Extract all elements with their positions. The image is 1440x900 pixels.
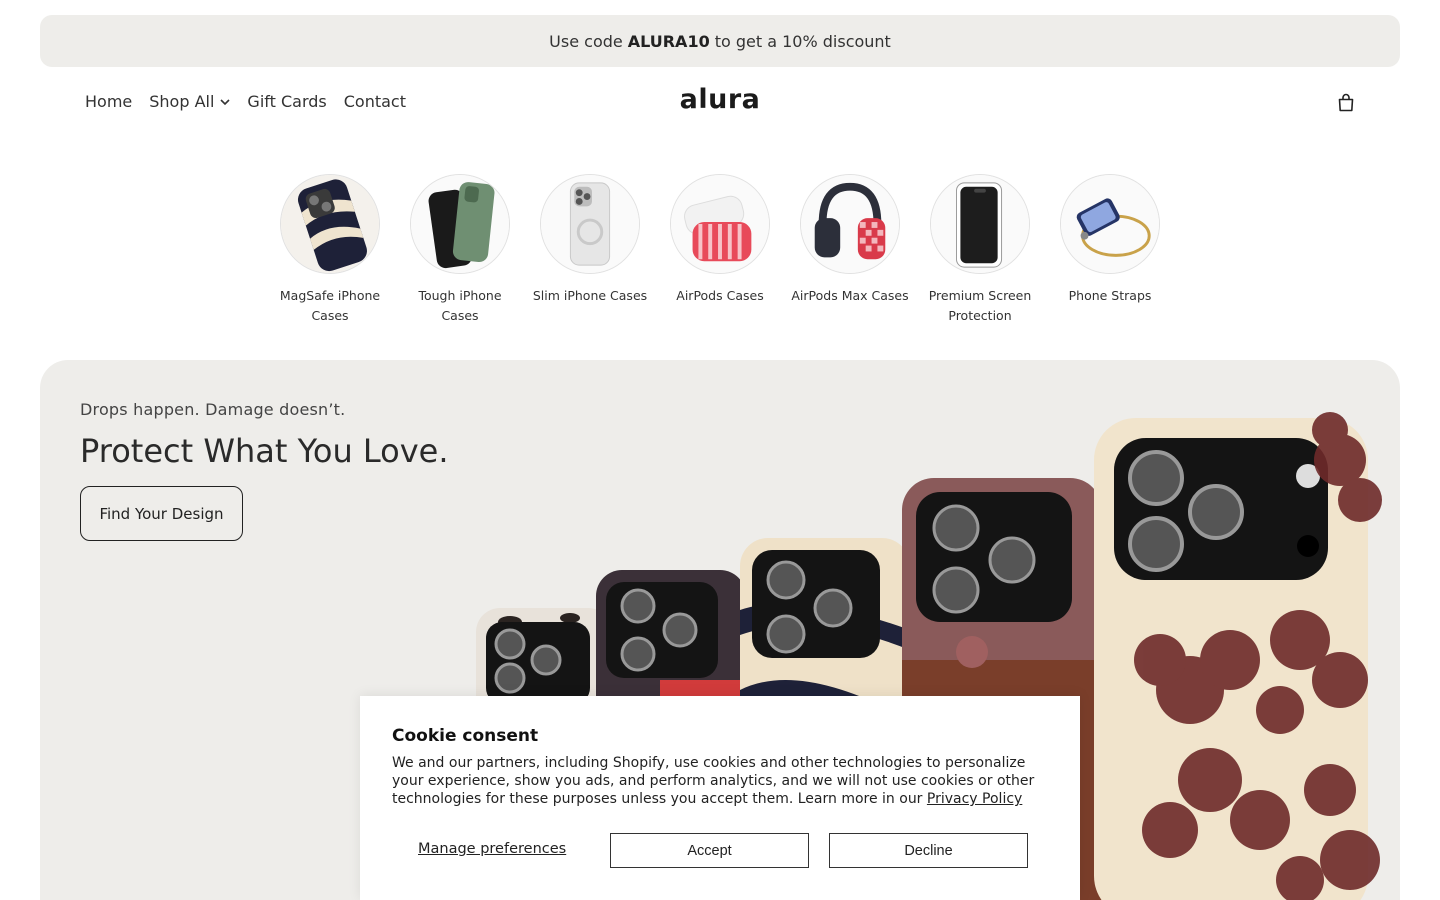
slim-case-image: [541, 175, 639, 273]
category-label: Slim iPhone Cases: [532, 288, 648, 303]
privacy-policy-link[interactable]: Privacy Policy: [927, 791, 1022, 807]
category-label: MagSafe iPhone Cases: [279, 288, 381, 323]
accept-button[interactable]: Accept: [610, 833, 809, 868]
airpods-case-image: [671, 175, 769, 273]
discount-code: ALURA10: [627, 31, 710, 51]
hero-title: Protect What You Love.: [80, 432, 449, 470]
manage-preferences-link[interactable]: Manage preferences: [418, 841, 566, 857]
category-thumbnail: [540, 174, 640, 274]
category-airpods-max-cases[interactable]: AirPods Max Cases: [790, 174, 910, 326]
logo-text: alura: [679, 84, 761, 115]
announcement-bar: Use code ALURA10 to get a 10% discount: [40, 15, 1400, 67]
category-thumbnail: [930, 174, 1030, 274]
category-label: Tough iPhone Cases: [418, 288, 502, 323]
airpods-max-case-image: [801, 175, 899, 273]
decline-button[interactable]: Decline: [829, 833, 1028, 868]
screen-protector-image: [931, 175, 1029, 273]
category-phone-straps[interactable]: Phone Straps: [1050, 174, 1170, 326]
site-logo[interactable]: alura: [0, 84, 1440, 115]
category-slim-cases[interactable]: Slim iPhone Cases: [530, 174, 650, 326]
category-thumbnail: [410, 174, 510, 274]
category-screen-protection[interactable]: Premium Screen Protection: [920, 174, 1040, 326]
hero-subtitle: Drops happen. Damage doesn’t.: [80, 400, 346, 419]
category-thumbnail: [280, 174, 380, 274]
category-thumbnail: [800, 174, 900, 274]
phone-strap-image: [1061, 175, 1159, 273]
cookie-title: Cookie consent: [392, 726, 539, 746]
cart-icon[interactable]: [1336, 93, 1356, 113]
category-tough-cases[interactable]: Tough iPhone Cases: [400, 174, 520, 326]
category-list: MagSafe iPhone Cases Tough iPhone Cases …: [270, 174, 1170, 326]
cookie-consent-dialog: Cookie consent We and our partners, incl…: [360, 696, 1080, 900]
category-thumbnail: [1060, 174, 1160, 274]
cookie-body: We and our partners, including Shopify, …: [392, 754, 1048, 808]
category-magsafe-cases[interactable]: MagSafe iPhone Cases: [270, 174, 390, 326]
phone-case-hibiscus: [1094, 412, 1382, 900]
tough-case-image: [411, 175, 509, 273]
announcement-prefix: Use code: [549, 31, 623, 51]
category-airpods-cases[interactable]: AirPods Cases: [660, 174, 780, 326]
category-label: Phone Straps: [1068, 288, 1152, 303]
announcement-suffix: to get a 10% discount: [714, 31, 891, 51]
category-label: AirPods Max Cases: [791, 288, 909, 303]
site-header: Home Shop All Gift Cards Contact alura: [0, 78, 1440, 128]
category-label: Premium Screen Protection: [928, 288, 1032, 323]
category-label: AirPods Cases: [676, 288, 764, 303]
find-your-design-button[interactable]: Find Your Design: [80, 486, 243, 541]
category-thumbnail: [670, 174, 770, 274]
magsafe-case-image: [281, 175, 379, 273]
